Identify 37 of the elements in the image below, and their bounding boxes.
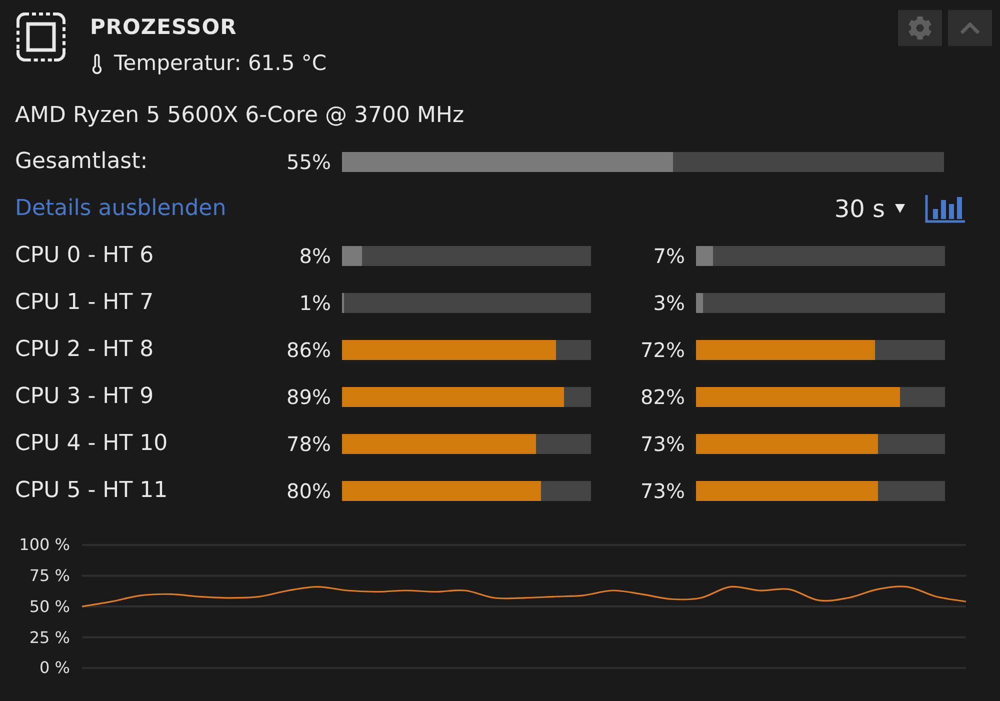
chip-icon	[16, 12, 66, 62]
percent-text: 86%	[286, 336, 331, 364]
panel-title: PROZESSOR	[90, 14, 237, 42]
core-label: CPU 3 - HT 9	[15, 383, 155, 411]
settings-button[interactable]	[898, 10, 942, 46]
core-label: CPU 2 - HT 8	[15, 336, 155, 364]
percent-text: 8%	[299, 242, 331, 270]
y-axis-label: 75 %	[29, 568, 70, 584]
percent-text: 82%	[640, 384, 685, 410]
core-label: CPU 1 - HT 7	[15, 289, 155, 317]
chart-toggle-button[interactable]	[925, 194, 965, 222]
temperature-text: Temperatur: 61.5 °C	[114, 50, 327, 78]
cpu-model-text: AMD Ryzen 5 5600X 6-Core @ 3700 MHz	[15, 102, 464, 130]
core-label: CPU 5 - HT 11	[15, 477, 169, 505]
interval-dropdown[interactable]: 30 s	[834, 190, 905, 226]
percent-text: 73%	[640, 478, 685, 504]
y-axis-label: 100 %	[19, 537, 70, 554]
percent-text: 80%	[286, 478, 331, 504]
core-label: CPU 4 - HT 10	[15, 430, 169, 458]
y-axis-label: 50 %	[29, 598, 70, 615]
percent-text: 3%	[653, 290, 685, 316]
percent-text: 73%	[640, 430, 685, 458]
percent-text: 72%	[640, 336, 685, 364]
percent-text: 1%	[299, 290, 331, 316]
percent-text: 7%	[653, 242, 685, 270]
core-label: CPU 0 - HT 6	[15, 242, 155, 270]
bar-chart-icon	[925, 194, 965, 222]
percent-text: 89%	[286, 384, 331, 410]
settings-icon	[908, 16, 932, 40]
collapse-button[interactable]	[948, 10, 992, 46]
y-axis-label: 0 %	[40, 660, 70, 676]
caret-down-icon	[895, 204, 905, 213]
details-toggle-link[interactable]: Details ausblenden	[15, 192, 226, 225]
y-axis-label: 25 %	[29, 630, 70, 646]
percent-text: 78%	[286, 430, 331, 458]
total-load-label: Gesamtlast:	[15, 148, 149, 176]
percent-text: 55%	[286, 148, 331, 176]
